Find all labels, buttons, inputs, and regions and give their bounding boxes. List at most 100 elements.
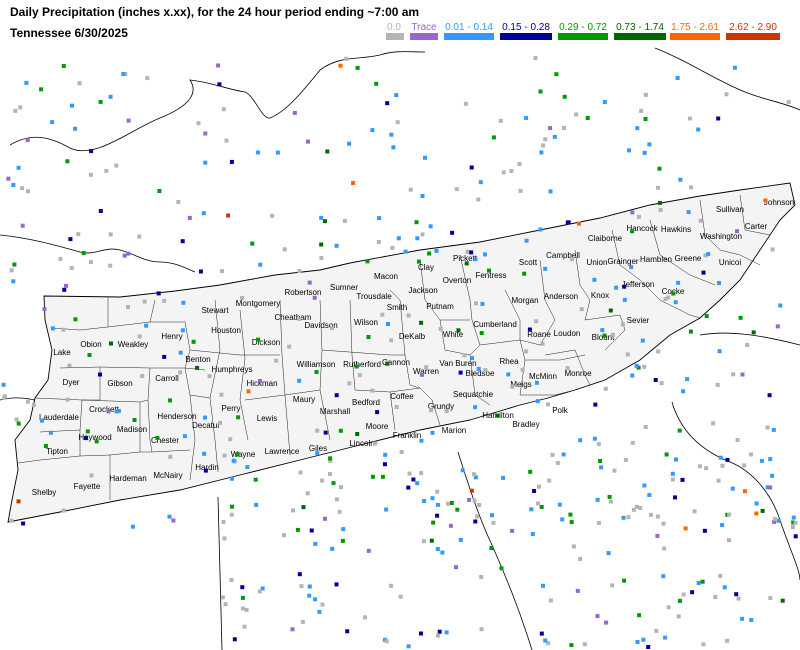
station-dot [501, 475, 506, 480]
station-dot [334, 582, 339, 587]
map-canvas: Stewart Montgomery Robertson Sumner Macon Cla… [0, 0, 800, 650]
county-label: Obion [80, 340, 101, 349]
station-dot [431, 520, 436, 525]
station-dot [524, 116, 529, 120]
station-dot [765, 425, 770, 430]
station-dot [776, 518, 781, 523]
station-dot [562, 94, 567, 99]
station-dot [455, 507, 460, 512]
station-dot [449, 501, 454, 505]
station-dot [740, 616, 745, 621]
station-dot [483, 252, 487, 257]
county-label: McNairy [153, 471, 182, 480]
station-dot [314, 370, 319, 374]
station-dot [607, 494, 612, 499]
county-label: Wilson [354, 318, 378, 327]
station-dot [424, 365, 429, 370]
station-dot [73, 126, 78, 131]
station-dot [463, 101, 468, 106]
station-dot [232, 637, 237, 642]
station-dot [31, 402, 36, 407]
station-dot [228, 437, 233, 442]
station-dot [727, 538, 731, 543]
station-dot [258, 262, 263, 267]
station-dot [67, 363, 72, 368]
station-dot [454, 565, 458, 570]
station-dot [203, 468, 208, 473]
station-dot [658, 208, 663, 212]
station-dot [661, 521, 666, 526]
station-dot [370, 388, 375, 393]
station-dot [300, 619, 305, 624]
station-dot [395, 120, 400, 125]
station-dot [42, 307, 47, 312]
station-dot [16, 165, 21, 170]
station-dot [731, 372, 736, 377]
station-dot [137, 334, 142, 339]
legend-swatch [500, 33, 552, 40]
county-label: Gibson [107, 379, 132, 388]
county-label: Hamblen [640, 255, 672, 264]
station-dot [58, 256, 63, 261]
station-dot [688, 329, 693, 334]
legend-label: 0.01 - 0.14 [445, 22, 493, 33]
station-dot [297, 572, 302, 577]
station-dot [754, 511, 759, 516]
station-dot [195, 365, 200, 370]
station-dot [108, 263, 113, 268]
county-label: Lewis [257, 414, 277, 423]
station-dot [219, 392, 224, 397]
station-dot [299, 584, 304, 589]
station-dot [295, 527, 300, 532]
county-label: Greene [675, 254, 702, 263]
station-dot [575, 588, 580, 593]
station-dot [537, 484, 541, 489]
station-dot [715, 382, 720, 387]
station-dot [351, 181, 356, 185]
station-dot [749, 618, 754, 622]
station-dot [491, 520, 496, 525]
station-dot [290, 627, 295, 632]
county-label: McMinn [529, 372, 557, 381]
legend-swatch [444, 33, 494, 40]
county-label: Johnson [764, 198, 794, 207]
station-dot [578, 557, 583, 561]
station-dot [635, 640, 640, 644]
station-dot [323, 516, 327, 521]
station-dot [241, 606, 245, 611]
legend-label: 0.29 - 0.72 [559, 22, 607, 33]
station-dot [571, 544, 576, 549]
station-dot [287, 344, 292, 349]
station-dot [12, 262, 17, 267]
station-dot [132, 418, 137, 422]
station-dot [664, 452, 669, 457]
county-label: Chester [151, 436, 179, 445]
station-dot [642, 364, 647, 369]
station-dot [640, 338, 645, 343]
station-dot [43, 444, 48, 448]
station-dot [362, 615, 367, 620]
county-label: Sequatchie [453, 390, 494, 399]
station-dot [592, 277, 597, 282]
station-dot [499, 566, 504, 571]
county-label: Humphreys [212, 365, 253, 374]
station-dot [9, 268, 14, 273]
station-dot [585, 116, 590, 120]
station-dot [528, 469, 533, 474]
station-dot [630, 210, 635, 215]
station-dot [203, 415, 207, 420]
station-dot [472, 472, 476, 477]
station-dot [790, 525, 795, 530]
station-dot [735, 438, 740, 442]
station-dot [642, 483, 647, 488]
station-dot [674, 457, 678, 462]
station-dot [681, 592, 686, 597]
map-subtitle: Tennessee 6/30/2025 [10, 26, 128, 40]
station-dot [142, 299, 147, 304]
station-dot [738, 315, 743, 320]
station-dot [355, 65, 360, 70]
station-dot [643, 92, 648, 97]
station-dot [657, 166, 662, 171]
county-label: Sullivan [716, 205, 744, 214]
county-label: Hardeman [109, 474, 146, 483]
